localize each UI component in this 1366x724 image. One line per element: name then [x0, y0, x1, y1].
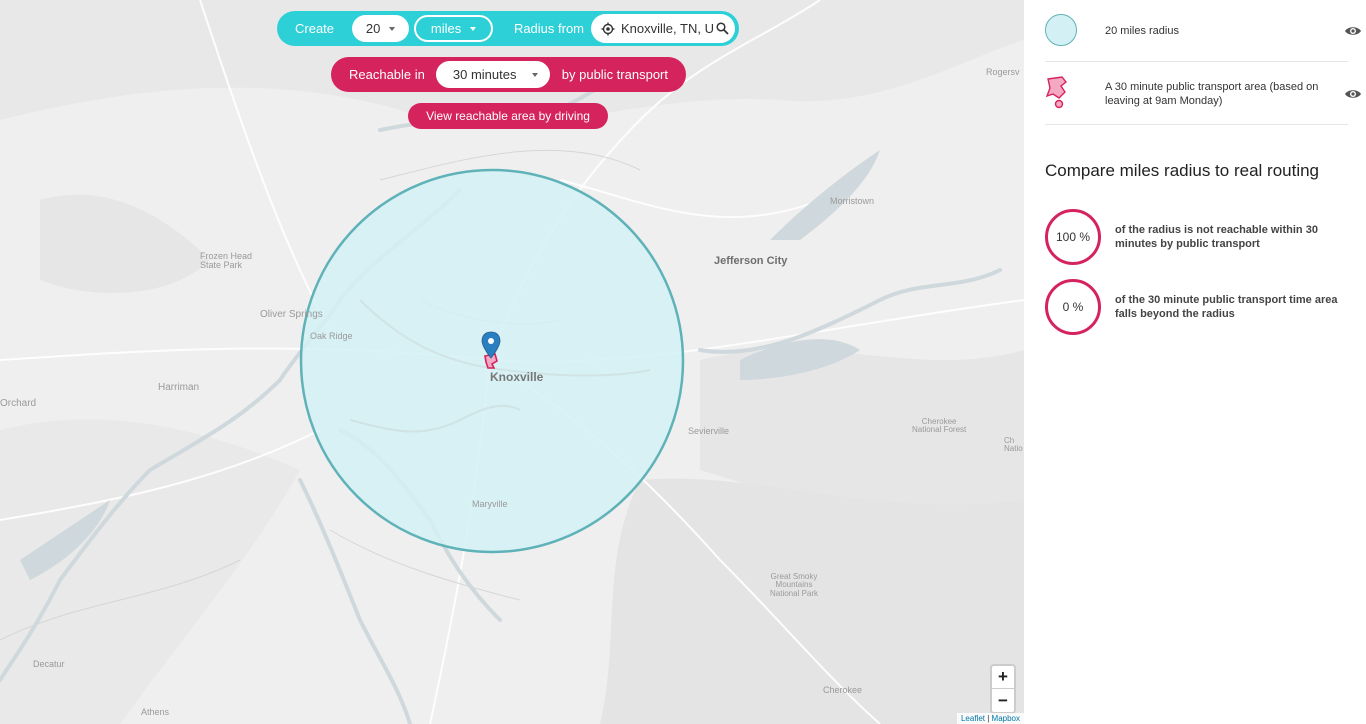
radius-circle-icon: [1045, 14, 1077, 46]
map[interactable]: Knoxville Jefferson City Rogersv Morrist…: [0, 0, 1024, 724]
time-value: 30 minutes: [452, 67, 517, 82]
radius-from-label: Radius from: [513, 21, 585, 36]
compare-title: Compare miles radius to real routing: [1045, 161, 1320, 180]
leaflet-link[interactable]: Leaflet: [961, 714, 985, 723]
sidebar: 20 miles radius A 30 minute public trans…: [1024, 0, 1366, 724]
time-select[interactable]: 30 minutes: [435, 61, 550, 88]
reachable-label: Reachable in: [349, 67, 425, 82]
place-oak-ridge: Oak Ridge: [310, 331, 353, 341]
stat-description: of the radius is not reachable within 30…: [1115, 224, 1318, 251]
place-rogersville: Rogersv: [986, 67, 1020, 77]
unit-select[interactable]: miles: [414, 15, 493, 42]
location-value: Knoxville, TN, U: [621, 21, 714, 36]
place-knoxville: Knoxville: [490, 370, 544, 384]
radius-control-bar: Create 20 miles Radius from Knoxville, T…: [277, 11, 739, 46]
place-cherokee-national-forest: Cherokee National Forest: [912, 417, 967, 435]
stat-beyond-radius: 0 % of the 30 minute public transport ti…: [1045, 279, 1345, 337]
view-driving-button[interactable]: View reachable area by driving: [408, 103, 608, 129]
location-search-input[interactable]: Knoxville, TN, U: [591, 14, 735, 43]
legend-label-radius: 20 miles radius: [1105, 25, 1179, 37]
stat-not-reachable: 100 % of the radius is not reachable wit…: [1045, 209, 1345, 267]
place-morristown: Morristown: [830, 196, 875, 206]
radius-value-select[interactable]: 20: [352, 15, 410, 42]
place-jefferson-city: Jefferson City: [714, 255, 788, 267]
radius-value: 20: [365, 21, 381, 36]
place-great-smoky-mountains: Great Smoky Mountains National Park: [770, 572, 819, 598]
place-sevierville: Sevierville: [688, 426, 730, 436]
create-label: Create: [295, 21, 335, 36]
chevron-down-icon: [470, 26, 477, 31]
place-frozen-head: Frozen Head State Park: [200, 251, 253, 271]
reachable-control-bar: Reachable in 30 minutes by public transp…: [331, 57, 686, 92]
search-icon[interactable]: [716, 22, 729, 35]
place-cherokee: Cherokee: [823, 685, 863, 695]
place-orchard: Orchard: [0, 398, 37, 409]
stat-ring: 0 %: [1045, 279, 1101, 335]
place-maryville: Maryville: [472, 499, 508, 509]
locate-icon[interactable]: [601, 22, 615, 36]
zoom-control: + −: [990, 664, 1016, 714]
legend-item-transport: A 30 minute public transport area (based…: [1045, 62, 1361, 125]
transport-area-icon: [1045, 76, 1067, 109]
place-decatur: Decatur: [33, 659, 65, 669]
eye-icon[interactable]: [1344, 88, 1362, 100]
eye-icon[interactable]: [1344, 25, 1362, 37]
zoom-out-button[interactable]: −: [992, 689, 1014, 712]
unit-value: miles: [430, 21, 462, 36]
stat-description: of the 30 minute public transport time a…: [1115, 294, 1338, 321]
chevron-down-icon: [389, 26, 396, 31]
chevron-down-icon: [531, 72, 538, 77]
stat-ring: 100 %: [1045, 209, 1101, 265]
mode-label: by public transport: [561, 67, 668, 82]
legend-label-transport: A 30 minute public transport area (based…: [1105, 81, 1319, 108]
place-oliver-springs: Oliver Springs: [260, 309, 323, 320]
legend-item-radius: 20 miles radius: [1045, 0, 1361, 62]
map-attribution: Leaflet | Mapbox: [956, 713, 1024, 724]
place-athens: Athens: [141, 707, 170, 717]
place-national-cut: Ch Natio: [1004, 436, 1023, 454]
mapbox-link[interactable]: Mapbox: [992, 714, 1020, 723]
zoom-in-button[interactable]: +: [992, 666, 1014, 689]
place-harriman: Harriman: [158, 382, 200, 393]
